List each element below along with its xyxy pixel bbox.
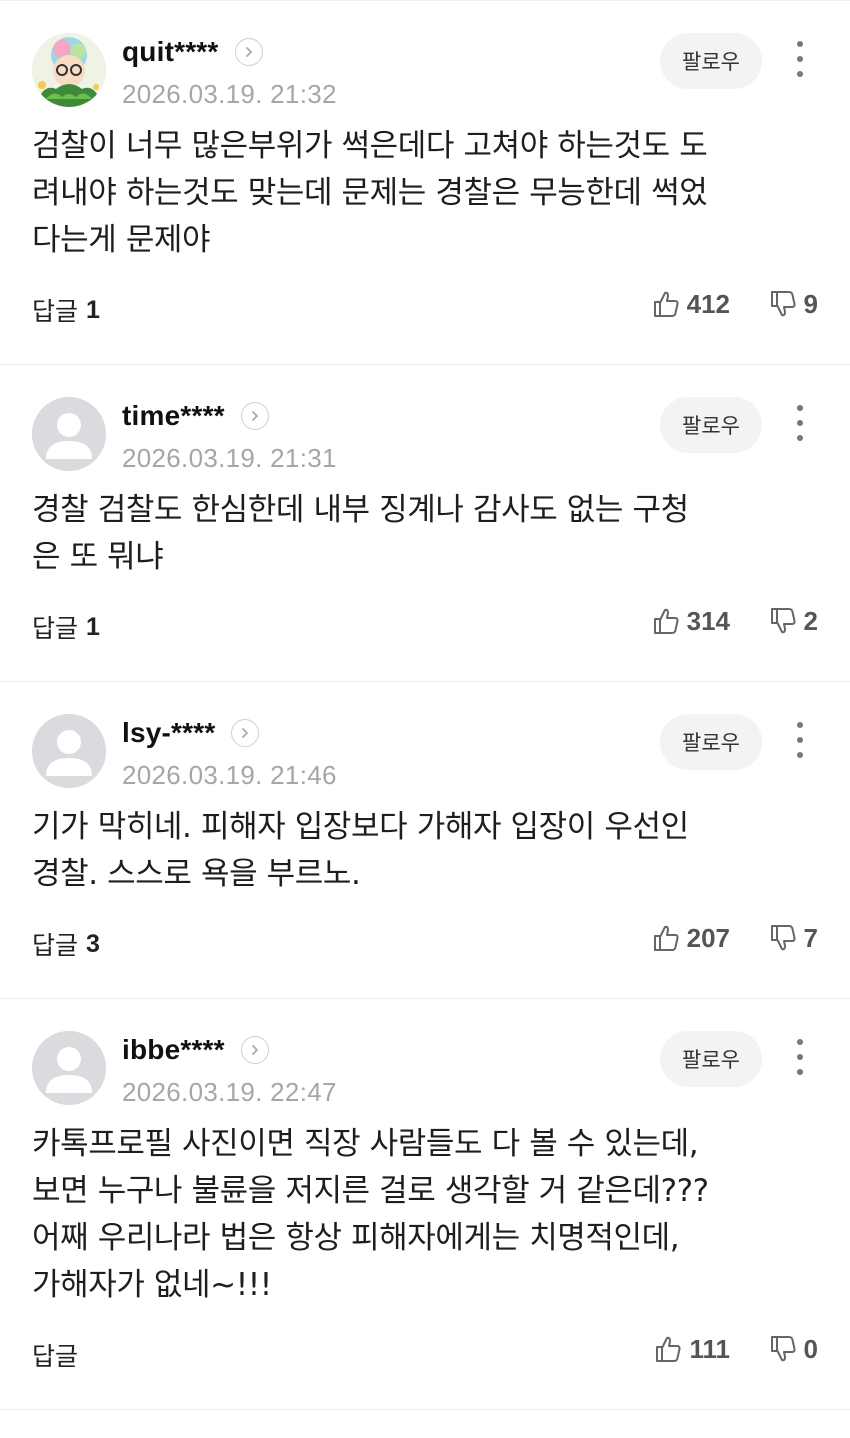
reply-button[interactable]: 답글 1: [32, 292, 100, 328]
more-options-icon[interactable]: [790, 41, 810, 77]
like-button[interactable]: 412: [651, 286, 730, 322]
comment-text-line: 경찰. 스스로 욕을 부르노.: [32, 856, 361, 892]
comment-text-line: 가해자가 없네~!!!: [32, 1267, 272, 1303]
comment-item: ibbe**** 2026.03.19. 22:47 팔로우 카톡프로필 사진이…: [0, 999, 850, 1410]
follow-button[interactable]: 팔로우: [660, 1031, 762, 1087]
avatar[interactable]: [32, 397, 106, 471]
dislike-count: 9: [803, 288, 818, 319]
reply-count: 1: [86, 295, 100, 324]
comment-header: quit**** 2026.03.19. 21:32 팔로우: [32, 1, 818, 111]
comment-text-line: 어째 우리나라 법은 항상 피해자에게는 치명적인데,: [32, 1220, 680, 1256]
comment-item: quit**** 2026.03.19. 21:32 팔로우 검찰이 너무 많은…: [0, 0, 850, 365]
comment-text-line: 기가 막히네. 피해자 입장보다 가해자 입장이 우선인: [32, 809, 689, 845]
author-row: lsy-****: [122, 716, 260, 750]
reply-label: 답글: [32, 1342, 79, 1371]
thumbs-up-icon: [653, 608, 679, 634]
more-options-icon[interactable]: [790, 722, 810, 758]
like-count: 207: [686, 922, 730, 953]
author-nickname[interactable]: ibbe****: [122, 1034, 225, 1066]
comment-text-line: 카톡프로필 사진이면 직장 사람들도 다 볼 수 있는데,: [32, 1126, 699, 1162]
comment-text: 기가 막히네. 피해자 입장보다 가해자 입장이 우선인 경찰. 스스로 욕을 …: [32, 792, 818, 898]
comment-text: 경찰 검찰도 한심한데 내부 징계나 감사도 없는 구청 은 또 뭐냐: [32, 475, 818, 581]
more-options-icon[interactable]: [790, 1039, 810, 1075]
avatar[interactable]: [32, 714, 106, 788]
comment-timestamp: 2026.03.19. 22:47: [122, 1077, 337, 1107]
avatar[interactable]: [32, 33, 106, 107]
thumbs-down-icon: [770, 291, 796, 317]
like-count: 412: [686, 288, 730, 319]
comment-text: 검찰이 너무 많은부위가 썩은데다 고쳐야 하는것도 도 려내야 하는것도 맞는…: [32, 111, 818, 264]
comment-text-line: 려내야 하는것도 맞는데 문제는 경찰은 무능한데 썩었: [32, 175, 708, 211]
thumbs-down-icon: [770, 925, 796, 951]
author-row: ibbe****: [122, 1033, 269, 1067]
comment-timestamp: 2026.03.19. 21:32: [122, 79, 337, 109]
comment-text-line: 은 또 뭐냐: [32, 539, 164, 575]
reply-label: 답글: [32, 614, 79, 643]
follow-button[interactable]: 팔로우: [660, 397, 762, 453]
dislike-count: 0: [803, 1333, 818, 1364]
default-user-icon: [32, 714, 106, 788]
comment-text-line: 보면 누구나 불륜을 저지른 걸로 생각할 거 같은데???: [32, 1173, 709, 1209]
comment-footer: 답글 1 412 9: [32, 264, 818, 364]
comment-footer: 답글 1 314 2: [32, 581, 818, 681]
comment-header: ibbe**** 2026.03.19. 22:47 팔로우: [32, 999, 818, 1109]
thumbs-down-icon: [770, 608, 796, 634]
chevron-right-icon[interactable]: [240, 402, 269, 430]
reply-count: 3: [86, 929, 100, 958]
like-button[interactable]: 207: [651, 920, 730, 956]
author-nickname[interactable]: lsy-****: [122, 717, 215, 749]
dislike-button[interactable]: 0: [768, 1331, 818, 1367]
comment-footer: 답글 3 207 7: [32, 898, 818, 998]
comment-text: 카톡프로필 사진이면 직장 사람들도 다 볼 수 있는데, 보면 누구나 불륜을…: [32, 1109, 818, 1309]
avatar[interactable]: [32, 1031, 106, 1105]
thumbs-down-icon: [770, 1336, 796, 1362]
author-row: time****: [122, 399, 269, 433]
thumbs-up-icon: [653, 291, 679, 317]
profile-image: [32, 33, 106, 107]
comment-timestamp: 2026.03.19. 21:31: [122, 443, 337, 473]
comment-header: lsy-**** 2026.03.19. 21:46 팔로우: [32, 682, 818, 792]
reply-count: 1: [86, 612, 100, 641]
comment-list: quit**** 2026.03.19. 21:32 팔로우 검찰이 너무 많은…: [0, 0, 850, 1410]
comment-footer: 답글 111 0: [32, 1309, 818, 1409]
like-button[interactable]: 314: [651, 603, 730, 639]
chevron-right-icon[interactable]: [240, 1036, 269, 1064]
comment-item: lsy-**** 2026.03.19. 21:46 팔로우 기가 막히네. 피…: [0, 682, 850, 999]
reply-button[interactable]: 답글 1: [32, 609, 100, 645]
author-nickname[interactable]: quit****: [122, 36, 219, 68]
follow-button[interactable]: 팔로우: [660, 714, 762, 770]
comment-item: time**** 2026.03.19. 21:31 팔로우 경찰 검찰도 한심…: [0, 365, 850, 682]
dislike-button[interactable]: 7: [768, 920, 818, 956]
chevron-right-icon[interactable]: [234, 38, 263, 66]
chevron-right-icon[interactable]: [231, 719, 260, 747]
reply-label: 답글: [32, 931, 79, 960]
more-options-icon[interactable]: [790, 405, 810, 441]
thumbs-up-icon: [656, 1336, 682, 1362]
thumbs-up-icon: [653, 925, 679, 951]
dislike-button[interactable]: 2: [768, 603, 818, 639]
dislike-count: 7: [803, 922, 818, 953]
comment-text-line: 다는게 문제야: [32, 222, 211, 258]
reply-label: 답글: [32, 297, 79, 326]
reply-button[interactable]: 답글 3: [32, 926, 100, 962]
like-button[interactable]: 111: [653, 1331, 730, 1367]
comment-header: time**** 2026.03.19. 21:31 팔로우: [32, 365, 818, 475]
default-user-icon: [32, 397, 106, 471]
author-row: quit****: [122, 35, 263, 69]
author-nickname[interactable]: time****: [122, 400, 225, 432]
dislike-count: 2: [803, 605, 818, 636]
comment-text-line: 검찰이 너무 많은부위가 썩은데다 고쳐야 하는것도 도: [32, 128, 708, 164]
default-user-icon: [32, 1031, 106, 1105]
like-count: 314: [686, 605, 730, 636]
comment-text-line: 경찰 검찰도 한심한데 내부 징계나 감사도 없는 구청: [32, 492, 689, 528]
follow-button[interactable]: 팔로우: [660, 33, 762, 89]
dislike-button[interactable]: 9: [768, 286, 818, 322]
comment-timestamp: 2026.03.19. 21:46: [122, 760, 337, 790]
like-count: 111: [689, 1333, 730, 1364]
reply-button[interactable]: 답글: [32, 1337, 86, 1373]
